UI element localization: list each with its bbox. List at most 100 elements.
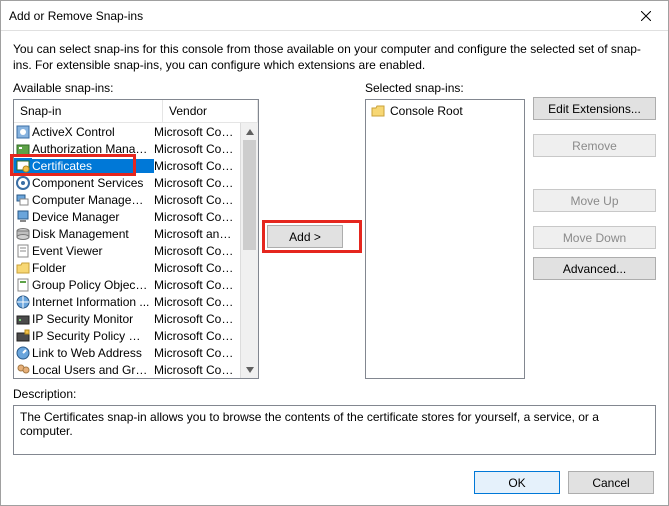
- titlebar: Add or Remove Snap-ins: [1, 1, 668, 31]
- selected-rows: Console Root: [368, 102, 522, 119]
- authz-icon: [15, 141, 31, 157]
- row-name: Group Policy Object ...: [32, 278, 154, 292]
- selected-row[interactable]: Console Root: [368, 102, 522, 119]
- row-icon: [14, 175, 32, 191]
- move-down-button[interactable]: Move Down: [533, 226, 656, 249]
- row-vendor: Microsoft Corp...: [154, 142, 241, 156]
- row-icon: [370, 103, 386, 119]
- row-name: Event Viewer: [32, 244, 154, 258]
- close-button[interactable]: [623, 1, 668, 30]
- available-row[interactable]: CertificatesMicrosoft Corp...: [14, 157, 241, 174]
- row-icon: [14, 124, 32, 140]
- available-row[interactable]: Local Users and Gro...Microsoft Corp...: [14, 361, 241, 378]
- available-row[interactable]: IP Security MonitorMicrosoft Corp...: [14, 310, 241, 327]
- description-box: The Certificates snap-in allows you to b…: [13, 405, 656, 455]
- row-vendor: Microsoft Corp...: [154, 261, 241, 275]
- row-vendor: Microsoft Corp...: [154, 193, 241, 207]
- available-row[interactable]: FolderMicrosoft Corp...: [14, 259, 241, 276]
- users-icon: [15, 362, 31, 378]
- activex-icon: [15, 124, 31, 140]
- selected-list[interactable]: Console Root: [365, 99, 525, 379]
- middle-column: Add >: [267, 81, 357, 248]
- available-row[interactable]: Group Policy Object ...Microsoft Corp...: [14, 276, 241, 293]
- row-name: Disk Management: [32, 227, 154, 241]
- available-row[interactable]: Computer Managem...Microsoft Corp...: [14, 191, 241, 208]
- row-name: Device Manager: [32, 210, 154, 224]
- available-row[interactable]: Link to Web AddressMicrosoft Corp...: [14, 344, 241, 361]
- row-vendor: Microsoft Corp...: [154, 176, 241, 190]
- row-name: Local Users and Gro...: [32, 363, 154, 377]
- row-icon: [14, 192, 32, 208]
- comp-icon: [15, 175, 31, 191]
- link-icon: [15, 345, 31, 361]
- scroll-track[interactable]: [241, 140, 258, 361]
- selected-label: Selected snap-ins:: [365, 81, 525, 95]
- ok-button[interactable]: OK: [474, 471, 560, 494]
- add-button[interactable]: Add >: [267, 225, 343, 248]
- available-row[interactable]: Internet Information ...Microsoft Corp..…: [14, 293, 241, 310]
- row-icon: [14, 209, 32, 225]
- device-icon: [15, 209, 31, 225]
- available-row[interactable]: Disk ManagementMicrosoft and ...: [14, 225, 241, 242]
- available-body: ActiveX ControlMicrosoft Corp...Authoriz…: [14, 123, 258, 378]
- advanced-button[interactable]: Advanced...: [533, 257, 656, 280]
- available-column: Available snap-ins: Snap-in Vendor Activ…: [13, 81, 259, 379]
- row-name: Component Services: [32, 176, 154, 190]
- row-icon: [14, 345, 32, 361]
- row-name: Console Root: [390, 104, 463, 118]
- row-vendor: Microsoft Corp...: [154, 244, 241, 258]
- move-up-button[interactable]: Move Up: [533, 189, 656, 212]
- row-vendor: Microsoft Corp...: [154, 312, 241, 326]
- row-name: Certificates: [32, 159, 154, 173]
- close-icon: [641, 11, 651, 21]
- footer-buttons: OK Cancel: [13, 463, 656, 494]
- folder-icon: [370, 103, 386, 119]
- vertical-scrollbar[interactable]: [240, 123, 258, 378]
- row-name: IP Security Policy Ma...: [32, 329, 154, 343]
- scroll-thumb[interactable]: [243, 140, 256, 250]
- available-row[interactable]: Event ViewerMicrosoft Corp...: [14, 242, 241, 259]
- available-row[interactable]: Component ServicesMicrosoft Corp...: [14, 174, 241, 191]
- mgmt-icon: [15, 192, 31, 208]
- row-icon: [14, 243, 32, 259]
- row-name: Link to Web Address: [32, 346, 154, 360]
- available-row[interactable]: IP Security Policy Ma...Microsoft Corp..…: [14, 327, 241, 344]
- row-vendor: Microsoft Corp...: [154, 125, 241, 139]
- remove-button[interactable]: Remove: [533, 134, 656, 157]
- available-list[interactable]: Snap-in Vendor ActiveX ControlMicrosoft …: [13, 99, 259, 379]
- available-row[interactable]: ActiveX ControlMicrosoft Corp...: [14, 123, 241, 140]
- row-vendor: Microsoft Corp...: [154, 278, 241, 292]
- cert-icon: [15, 158, 31, 174]
- columns-area: Available snap-ins: Snap-in Vendor Activ…: [13, 81, 656, 379]
- row-vendor: Microsoft Corp...: [154, 329, 241, 343]
- row-icon: [14, 158, 32, 174]
- window-title: Add or Remove Snap-ins: [9, 9, 143, 23]
- row-name: IP Security Monitor: [32, 312, 154, 326]
- row-name: Internet Information ...: [32, 295, 154, 309]
- chevron-up-icon: [246, 129, 254, 135]
- available-row[interactable]: Authorization ManagerMicrosoft Corp...: [14, 140, 241, 157]
- dialog-window: Add or Remove Snap-ins You can select sn…: [0, 0, 669, 506]
- intro-text: You can select snap-ins for this console…: [13, 41, 656, 73]
- cancel-button[interactable]: Cancel: [568, 471, 654, 494]
- gpo-icon: [15, 277, 31, 293]
- row-icon: [14, 294, 32, 310]
- row-vendor: Microsoft Corp...: [154, 159, 241, 173]
- row-name: Authorization Manager: [32, 142, 154, 156]
- event-icon: [15, 243, 31, 259]
- available-row[interactable]: Device ManagerMicrosoft Corp...: [14, 208, 241, 225]
- scroll-down-arrow[interactable]: [241, 361, 258, 378]
- row-icon: [14, 260, 32, 276]
- row-icon: [14, 277, 32, 293]
- row-icon: [14, 362, 32, 378]
- selected-column: Selected snap-ins: Console Root: [365, 81, 525, 379]
- scroll-up-arrow[interactable]: [241, 123, 258, 140]
- column-header-snapin[interactable]: Snap-in: [14, 100, 163, 122]
- column-header-vendor[interactable]: Vendor: [163, 100, 258, 122]
- edit-extensions-button[interactable]: Edit Extensions...: [533, 97, 656, 120]
- available-header: Snap-in Vendor: [14, 100, 258, 123]
- folder-icon: [15, 260, 31, 276]
- chevron-down-icon: [246, 367, 254, 373]
- row-icon: [14, 311, 32, 327]
- row-icon: [14, 141, 32, 157]
